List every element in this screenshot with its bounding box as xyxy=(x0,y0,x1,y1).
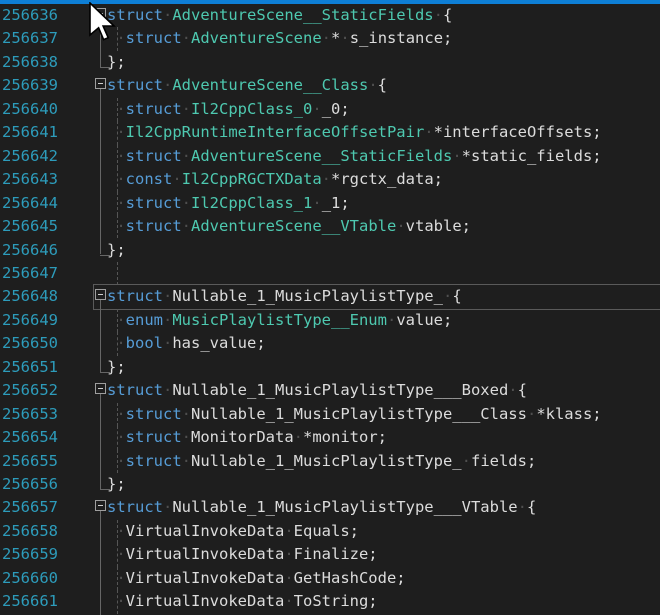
line-number[interactable]: 256659 xyxy=(2,543,58,566)
code-line[interactable]: }; xyxy=(107,356,126,379)
minus-icon xyxy=(98,83,103,84)
line-number[interactable]: 256643 xyxy=(2,168,58,191)
line-row: 256656}; xyxy=(0,473,660,496)
mouse-cursor-icon xyxy=(89,2,119,46)
line-number[interactable]: 256660 xyxy=(2,567,58,590)
code-line[interactable]: struct·Nullable_1_MusicPlaylistType___Bo… xyxy=(107,379,527,402)
fold-collapse-button[interactable] xyxy=(95,383,106,394)
line-number[interactable]: 256658 xyxy=(2,520,58,543)
code-line[interactable]: }; xyxy=(107,473,126,496)
line-row: 256641 ·Il2CppRuntimeInterfaceOffsetPair… xyxy=(0,121,660,144)
line-row: 256647 xyxy=(0,262,660,285)
code-line[interactable]: ·struct·AdventureScene__VTable·vtable; xyxy=(107,215,471,238)
line-row: 256658 ·VirtualInvokeData·Equals; xyxy=(0,520,660,543)
code-line[interactable]: ·struct·Il2CppClass_1·_1; xyxy=(107,192,350,215)
line-number[interactable]: 256657 xyxy=(2,496,58,519)
minus-icon xyxy=(98,505,103,506)
code-line[interactable]: struct·Nullable_1_MusicPlaylistType_·{ xyxy=(107,285,462,308)
line-row: 256648 struct·Nullable_1_MusicPlaylistTyp… xyxy=(0,285,660,308)
line-number[interactable]: 256644 xyxy=(2,192,58,215)
fold-structure-line xyxy=(100,511,101,615)
line-row: 256654 ·struct·MonitorData·*monitor; xyxy=(0,426,660,449)
fold-collapse-button[interactable] xyxy=(95,500,106,511)
code-line[interactable]: ·VirtualInvokeData·GetHashCode; xyxy=(107,567,406,590)
line-number[interactable]: 256647 xyxy=(2,262,58,285)
line-row: 256644 ·struct·Il2CppClass_1·_1; xyxy=(0,192,660,215)
line-number[interactable]: 256639 xyxy=(2,74,58,97)
line-row: 256638}; xyxy=(0,51,660,74)
code-line[interactable]: ·struct·MonitorData·*monitor; xyxy=(107,426,387,449)
code-line[interactable]: ·VirtualInvokeData·Equals; xyxy=(107,520,359,543)
line-row: 256660 ·VirtualInvokeData·GetHashCode; xyxy=(0,567,660,590)
code-line[interactable]: struct·AdventureScene__StaticFields·{ xyxy=(107,4,452,27)
fold-structure-line xyxy=(100,394,101,489)
code-line[interactable]: }; xyxy=(107,239,126,262)
indent-guide xyxy=(117,262,118,285)
code-line[interactable]: ·struct·Il2CppClass_0·_0; xyxy=(107,98,350,121)
code-line[interactable]: ·struct·Nullable_1_MusicPlaylistType_·fi… xyxy=(107,450,536,473)
fold-collapse-button[interactable] xyxy=(95,78,106,89)
line-row: 256651}; xyxy=(0,356,660,379)
line-number[interactable]: 256636 xyxy=(2,4,58,27)
line-number[interactable]: 256652 xyxy=(2,379,58,402)
line-number[interactable]: 256650 xyxy=(2,332,58,355)
line-row: 256659 ·VirtualInvokeData·Finalize; xyxy=(0,543,660,566)
line-number[interactable]: 256640 xyxy=(2,98,58,121)
line-row: 256649 ·enum·MusicPlaylistType__Enum·val… xyxy=(0,309,660,332)
code-editor: 256636 struct·AdventureScene__StaticField… xyxy=(0,0,660,615)
code-line[interactable]: ·enum·MusicPlaylistType__Enum·value; xyxy=(107,309,452,332)
line-number[interactable]: 256649 xyxy=(2,309,58,332)
line-number[interactable]: 256648 xyxy=(2,285,58,308)
line-number[interactable]: 256642 xyxy=(2,145,58,168)
line-row: 256652 struct·Nullable_1_MusicPlaylistTyp… xyxy=(0,379,660,402)
code-line[interactable]: ·VirtualInvokeData·Finalize; xyxy=(107,543,378,566)
line-row: 256646}; xyxy=(0,239,660,262)
line-number[interactable]: 256637 xyxy=(2,27,58,50)
line-number[interactable]: 256653 xyxy=(2,403,58,426)
line-row: 256639 struct·AdventureScene__Class·{ xyxy=(0,74,660,97)
line-number[interactable]: 256651 xyxy=(2,356,58,379)
code-line[interactable]: ·VirtualInvokeData·ToString; xyxy=(107,590,378,613)
minus-icon xyxy=(98,388,103,389)
line-number[interactable]: 256646 xyxy=(2,239,58,262)
line-number[interactable]: 256641 xyxy=(2,121,58,144)
line-number[interactable]: 256655 xyxy=(2,450,58,473)
line-number[interactable]: 256661 xyxy=(2,590,58,613)
code-line[interactable]: }; xyxy=(107,51,126,74)
fold-collapse-button[interactable] xyxy=(95,289,106,300)
line-row: 256657 struct·Nullable_1_MusicPlaylistTyp… xyxy=(0,496,660,519)
code-line[interactable]: ·bool·has_value; xyxy=(107,332,266,355)
line-number[interactable]: 256654 xyxy=(2,426,58,449)
line-row: 256645 ·struct·AdventureScene__VTable·vt… xyxy=(0,215,660,238)
line-number[interactable]: 256645 xyxy=(2,215,58,238)
line-number[interactable]: 256638 xyxy=(2,51,58,74)
minus-icon xyxy=(98,294,103,295)
line-row: 256653 ·struct·Nullable_1_MusicPlaylistT… xyxy=(0,403,660,426)
line-row: 256643 ·const·Il2CppRGCTXData·*rgctx_dat… xyxy=(0,168,660,191)
code-line[interactable]: ·struct·AdventureScene·*·s_instance; xyxy=(107,27,452,50)
line-row: 256661 ·VirtualInvokeData·ToString; xyxy=(0,590,660,613)
code-line[interactable]: ·Il2CppRuntimeInterfaceOffsetPair·*inter… xyxy=(107,121,602,144)
line-row: 256650 ·bool·has_value; xyxy=(0,332,660,355)
code-line[interactable]: struct·AdventureScene__Class·{ xyxy=(107,74,387,97)
code-line[interactable]: struct·Nullable_1_MusicPlaylistType___VT… xyxy=(107,496,536,519)
code-line[interactable]: ·struct·Nullable_1_MusicPlaylistType___C… xyxy=(107,403,602,426)
fold-structure-line xyxy=(100,89,101,254)
code-line[interactable]: ·const·Il2CppRGCTXData·*rgctx_data; xyxy=(107,168,443,191)
line-row: 256640 ·struct·Il2CppClass_0·_0; xyxy=(0,98,660,121)
line-row: 256655 ·struct·Nullable_1_MusicPlaylistT… xyxy=(0,450,660,473)
code-line[interactable]: ·struct·AdventureScene__StaticFields·*st… xyxy=(107,145,602,168)
editor-surface[interactable]: 256636 struct·AdventureScene__StaticField… xyxy=(0,4,660,615)
line-number[interactable]: 256656 xyxy=(2,473,58,496)
fold-structure-line xyxy=(100,300,101,371)
line-row: 256642 ·struct·AdventureScene__StaticFie… xyxy=(0,145,660,168)
